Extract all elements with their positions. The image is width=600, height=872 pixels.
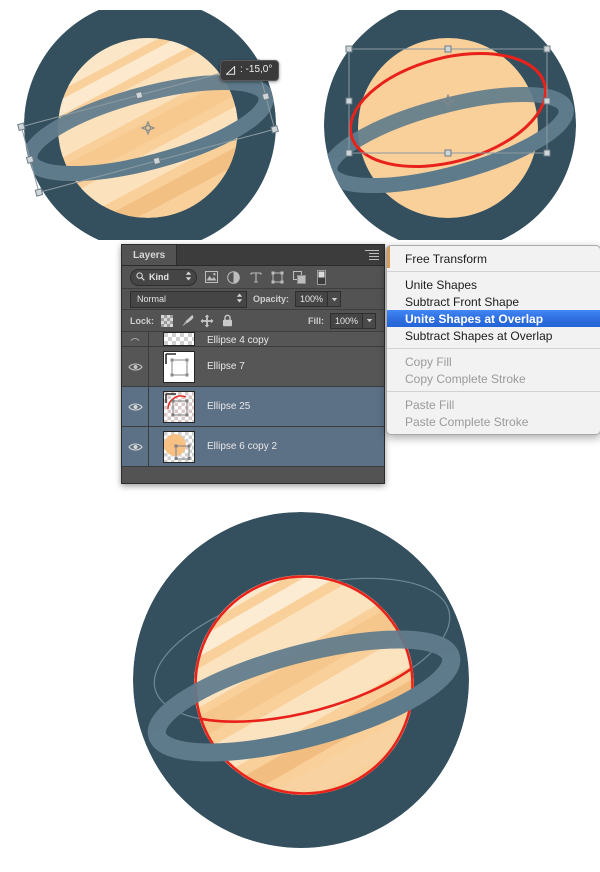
list-item-label: Ellipse 25 [207,401,251,412]
layer-thumbnail[interactable] [163,332,195,346]
fill-label: Fill: [308,315,324,326]
layer-filter-row: Kind [122,266,384,289]
opacity-stepper-icon[interactable] [328,291,342,307]
layers-panel[interactable]: Layers Kind Normal Opacity: 100% Lock: F… [121,244,385,484]
illustration-step-2 [308,10,590,240]
layer-list[interactable]: Ellipse 4 copy Ellipse 7 Ellipse 25 Elli… [122,332,384,467]
tab-layers[interactable]: Layers [122,245,178,265]
filter-shape-icon[interactable] [270,270,285,285]
fill-stepper-icon[interactable] [363,312,376,329]
blend-mode-value: Normal [137,294,167,304]
fill-value[interactable]: 100% [330,312,363,329]
illustration-step-3 [126,500,476,860]
layers-panel-tabbar: Layers [122,245,384,266]
shape-operations-context-menu[interactable]: Free Transform Unite Shapes Subtract Fro… [386,245,600,435]
angle-tooltip: : -15,0° [220,60,280,81]
filter-pixel-icon[interactable] [204,270,219,285]
table-row[interactable]: Ellipse 4 copy [122,332,384,347]
opacity-value[interactable]: 100% [295,291,329,307]
layer-thumbnail[interactable] [163,430,195,463]
menu-item-paste-complete-stroke: Paste Complete Stroke [405,414,529,429]
panel-menu-icon[interactable] [365,250,379,260]
layer-visibility-toggle[interactable] [122,387,149,426]
list-item-label: Ellipse 6 copy 2 [207,441,278,452]
menu-item-paste-fill: Paste Fill [405,397,455,412]
filter-adjustment-icon[interactable] [226,270,241,285]
layer-thumbnail[interactable] [163,350,195,383]
tab-layers-label: Layers [133,249,166,261]
blend-mode-select[interactable]: Normal [130,290,247,308]
filter-type-icon[interactable] [248,270,263,285]
menu-separator [387,348,600,349]
lock-all-icon[interactable] [220,314,234,328]
menu-separator [387,271,600,272]
search-icon [136,271,145,283]
filter-smart-object-icon[interactable] [292,270,307,285]
table-row[interactable]: Ellipse 25 [122,387,384,427]
updown-stepper-icon[interactable] [185,271,192,283]
layer-visibility-toggle[interactable] [122,427,149,466]
angle-icon [225,64,237,75]
lock-row: Lock: Fill: 100% [122,310,384,332]
lock-image-icon[interactable] [180,314,194,328]
menu-item-copy-complete-stroke: Copy Complete Stroke [405,371,526,386]
menu-item-copy-fill: Copy Fill [405,354,452,369]
list-item-label: Ellipse 7 [207,361,245,372]
lock-transparency-icon[interactable] [160,314,174,328]
menu-separator [387,391,600,392]
table-row[interactable]: Ellipse 6 copy 2 [122,427,384,467]
layer-thumbnail[interactable] [163,390,195,423]
menu-active-stripe [387,246,390,268]
filter-toggle-icon[interactable] [314,269,329,285]
layer-visibility-toggle[interactable] [122,332,149,346]
layer-filter-kind-select[interactable]: Kind [130,268,197,286]
menu-item-free-transform[interactable]: Free Transform [387,250,600,267]
lock-label: Lock: [130,315,155,326]
menu-item-subtract-front-shape[interactable]: Subtract Front Shape [387,293,600,310]
menu-item-unite-shapes[interactable]: Unite Shapes [387,276,600,293]
list-item-label: Ellipse 4 copy [207,335,269,346]
screenshot-stage: : -15,0° Layers Kind Normal Opacity: 100… [0,0,600,872]
opacity-label: Opacity: [253,294,290,304]
illustration-step-1 [14,10,286,240]
updown-stepper-icon[interactable] [236,293,243,305]
menu-item-unite-shapes-at-overlap[interactable]: Unite Shapes at Overlap [387,310,600,327]
blend-mode-row: Normal Opacity: 100% [122,289,384,310]
menu-item-subtract-shapes-at-overlap[interactable]: Subtract Shapes at Overlap [387,327,600,344]
table-row[interactable]: Ellipse 7 [122,347,384,387]
angle-value: : -15,0° [240,64,273,75]
lock-position-icon[interactable] [200,314,214,328]
layer-filter-kind-label: Kind [149,272,169,282]
layer-visibility-toggle[interactable] [122,347,149,386]
